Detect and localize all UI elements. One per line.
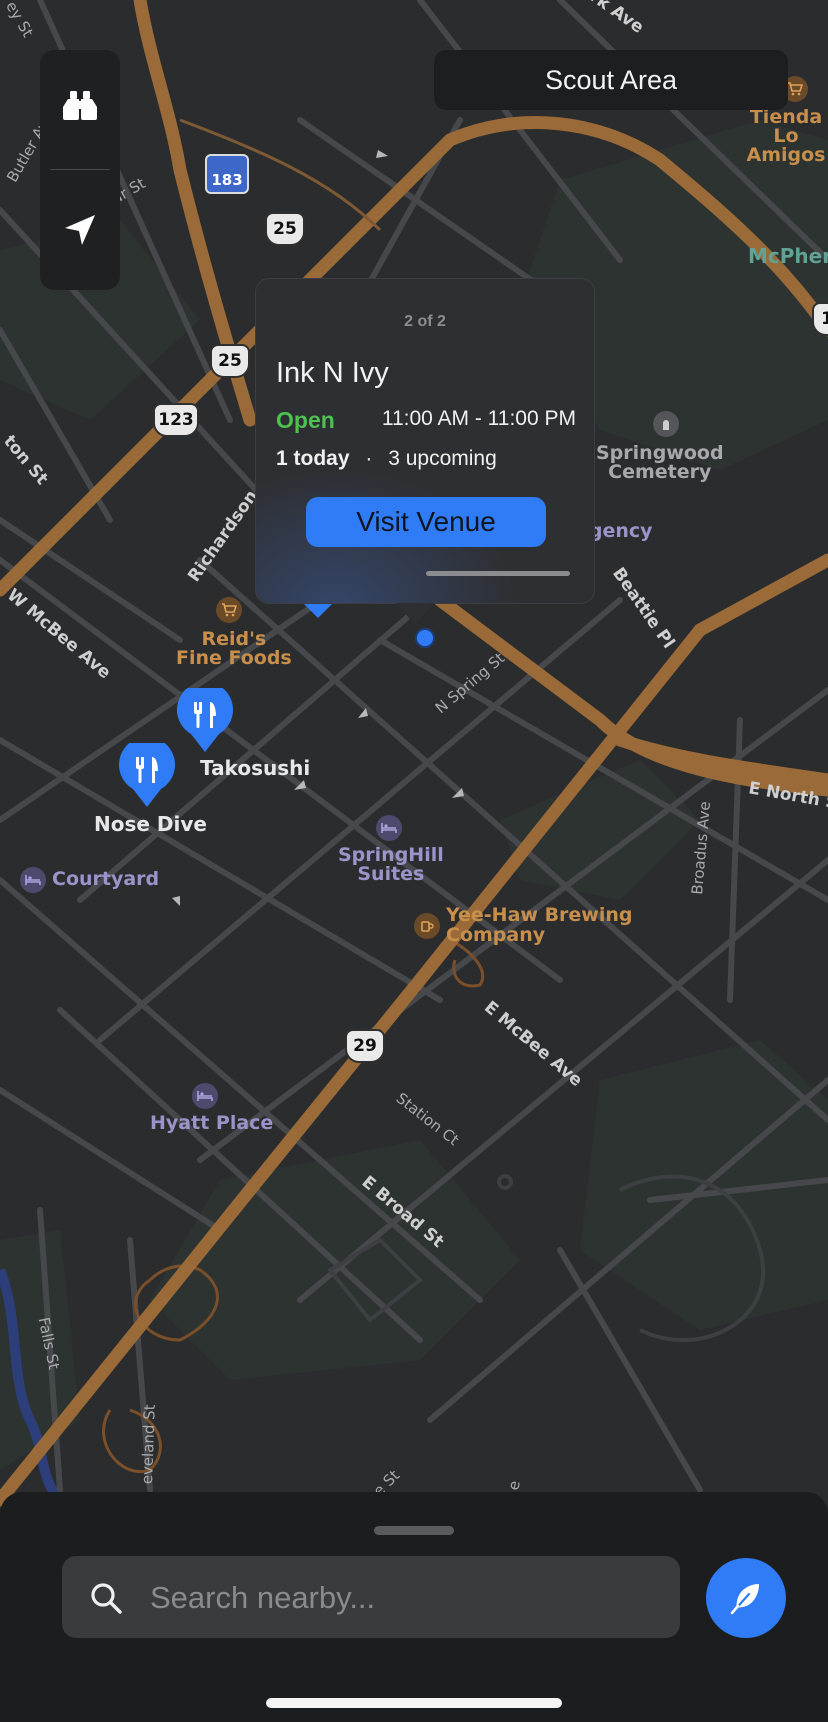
state-route-183-shield: 183 — [205, 154, 249, 194]
hotel-icon[interactable] — [376, 815, 402, 841]
open-status: Open — [276, 407, 335, 433]
compose-button[interactable] — [706, 1558, 786, 1638]
us-route-25-shield: 25 — [265, 212, 305, 246]
scout-area-button[interactable]: Scout Area — [434, 50, 788, 110]
beer-mug-icon[interactable] — [414, 913, 440, 939]
hotel-icon[interactable] — [192, 1083, 218, 1109]
search-input[interactable] — [148, 1556, 662, 1640]
binoculars-icon — [63, 91, 97, 120]
toolbar-divider — [50, 169, 110, 170]
opening-hours: 11:00 AM - 11:00 PM — [381, 407, 576, 430]
poi-label-yeehaw[interactable]: Yee-Haw Brewing Company — [446, 905, 633, 946]
street-label: eveland St — [138, 1404, 159, 1485]
map-tools-panel — [40, 50, 120, 290]
bottom-sheet — [0, 1492, 828, 1722]
poi-label-tienda[interactable]: Tienda Lo Amigos — [744, 108, 828, 165]
poi-label-hyatt[interactable]: Hyatt Place — [150, 1114, 273, 1133]
callout-pointer — [396, 603, 434, 625]
home-indicator — [266, 1698, 562, 1708]
route-shield-edge: 1 — [812, 302, 828, 336]
poi-label-reids[interactable]: Reid's Fine Foods — [176, 630, 292, 668]
location-arrow-icon — [65, 215, 95, 245]
us-route-25-shield: 25 — [210, 344, 250, 378]
locate-me-button[interactable] — [40, 175, 120, 285]
callout-scrollbar[interactable] — [426, 571, 570, 576]
restaurant-pin-icon[interactable] — [177, 688, 233, 754]
visit-venue-button[interactable]: Visit Venue — [306, 497, 546, 547]
poi-label-mcpherson[interactable]: McPhers — [748, 246, 828, 266]
poi-label-nose-dive[interactable]: Nose Dive — [94, 814, 207, 834]
count-separator: · — [365, 447, 373, 470]
shopping-cart-icon[interactable] — [216, 597, 242, 623]
venue-name: Ink N Ivy — [276, 357, 389, 389]
poi-label-springwood[interactable]: Springwood Cemetery — [596, 444, 724, 482]
sheet-grabber-handle[interactable] — [374, 1526, 454, 1535]
upcoming-count: 3 upcoming — [388, 447, 497, 470]
feather-icon — [730, 1584, 759, 1615]
poi-label-courtyard[interactable]: Courtyard — [52, 870, 159, 889]
us-route-123-shield: 123 — [153, 403, 199, 437]
search-icon — [91, 1583, 122, 1614]
today-count: 1 today — [276, 447, 350, 470]
poi-label-takosushi[interactable]: Takosushi — [200, 758, 310, 778]
search-bar[interactable] — [62, 1556, 680, 1640]
restaurant-pin-icon[interactable] — [119, 743, 175, 809]
poi-label-springhill[interactable]: SpringHill Suites — [338, 846, 444, 884]
venue-callout[interactable]: 2 of 2 Ink N Ivy Open 11:00 AM - 11:00 P… — [255, 278, 595, 625]
callout-pager: 2 of 2 — [404, 313, 446, 330]
scout-binoculars-button[interactable] — [40, 50, 120, 160]
us-route-29-shield: 29 — [345, 1029, 385, 1063]
map-screen: 183 25 25 123 29 1 ey St Butler Ave ltma… — [0, 0, 828, 1722]
hotel-icon[interactable] — [20, 867, 46, 893]
cemetery-icon[interactable] — [653, 411, 679, 437]
event-counts: 1 today · 3 upcoming — [276, 447, 497, 471]
